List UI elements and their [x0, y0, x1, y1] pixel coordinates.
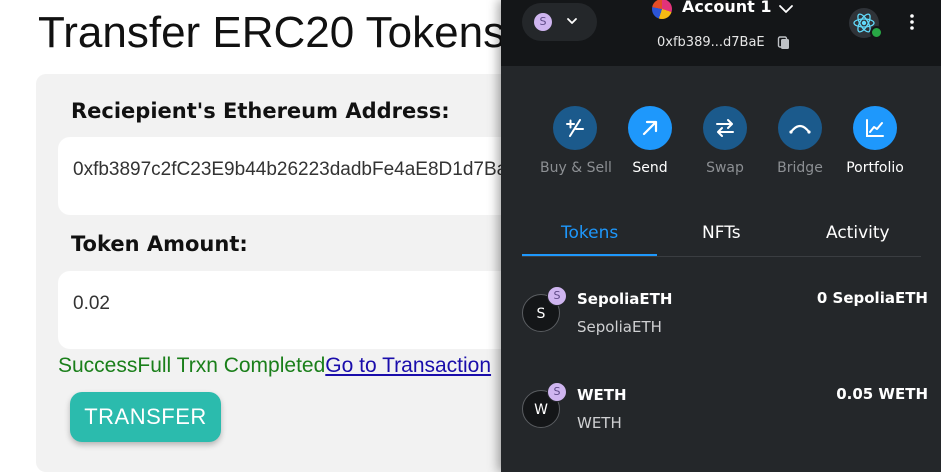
status-success-text: SuccessFull Trxn Completed	[58, 354, 326, 377]
network-badge: S	[547, 286, 567, 306]
send-button[interactable]: Send	[615, 106, 685, 176]
token-name: SepoliaETH	[577, 290, 673, 308]
plus-minus-icon	[553, 106, 597, 150]
send-label: Send	[632, 160, 668, 176]
swap-button[interactable]: Swap	[690, 106, 760, 176]
network-selector[interactable]: S	[522, 3, 597, 41]
account-avatar	[652, 0, 672, 19]
swap-label: Swap	[706, 160, 744, 176]
buy-sell-button[interactable]: Buy & Sell	[540, 106, 612, 176]
chart-icon	[853, 106, 897, 150]
chevron-down-icon[interactable]	[778, 1, 794, 17]
arrow-up-right-icon	[628, 106, 672, 150]
recipient-address-input[interactable]: 0xfb3897c2fC23E9b44b26223dadbFe4aE8D1d7B…	[58, 137, 528, 215]
transaction-status: SuccessFull Trxn CompletedGo to Transact…	[58, 354, 491, 378]
transfer-button[interactable]: TRANSFER	[70, 392, 221, 442]
bridge-label: Bridge	[777, 160, 823, 176]
bridge-button[interactable]: Bridge	[765, 106, 835, 176]
tab-tokens[interactable]: Tokens	[561, 223, 618, 243]
tab-activity[interactable]: Activity	[826, 223, 890, 243]
token-row-sepoliaeth[interactable]: S S SepoliaETH SepoliaETH 0 SepoliaETH	[501, 286, 941, 350]
portfolio-button[interactable]: Portfolio	[840, 106, 910, 176]
token-amount-value: 0.02	[73, 293, 110, 314]
network-avatar: S	[534, 13, 552, 31]
tab-active-indicator	[522, 254, 657, 256]
token-balance: 0.05 WETH	[836, 385, 928, 403]
kebab-menu-icon[interactable]	[909, 13, 915, 31]
swap-arrows-icon	[703, 106, 747, 150]
go-to-transaction-link[interactable]: Go to Transaction	[325, 354, 491, 377]
account-name[interactable]: Account 1	[682, 0, 771, 16]
connected-status-dot	[870, 26, 883, 39]
network-badge: S	[547, 382, 567, 402]
tab-nfts[interactable]: NFTs	[702, 223, 741, 243]
token-name: WETH	[577, 386, 627, 404]
token-amount-input[interactable]: 0.02	[58, 271, 528, 349]
account-address[interactable]: 0xfb389...d7BaE	[657, 35, 765, 50]
tab-divider	[522, 256, 921, 257]
portfolio-label: Portfolio	[846, 160, 904, 176]
bridge-icon	[778, 106, 822, 150]
recipient-address-label: Reciepient's Ethereum Address:	[71, 99, 450, 123]
token-subtitle: SepoliaETH	[577, 318, 662, 336]
buy-sell-label: Buy & Sell	[540, 160, 612, 176]
recipient-address-value: 0xfb3897c2fC23E9b44b26223dadbFe4aE8D1d7B…	[73, 159, 520, 180]
token-subtitle: WETH	[577, 414, 622, 432]
copy-icon[interactable]	[776, 35, 792, 51]
chevron-down-icon	[567, 18, 577, 24]
token-balance: 0 SepoliaETH	[816, 289, 928, 307]
wallet-header: S Account 1 0xfb389...d7BaE	[501, 0, 941, 66]
page-title: Transfer ERC20 Tokens	[38, 8, 506, 57]
token-row-weth[interactable]: W S WETH WETH 0.05 WETH	[501, 382, 941, 446]
wallet-popup: S Account 1 0xfb389...d7BaE Buy & Sell S…	[501, 0, 941, 472]
token-amount-label: Token Amount:	[71, 232, 248, 256]
